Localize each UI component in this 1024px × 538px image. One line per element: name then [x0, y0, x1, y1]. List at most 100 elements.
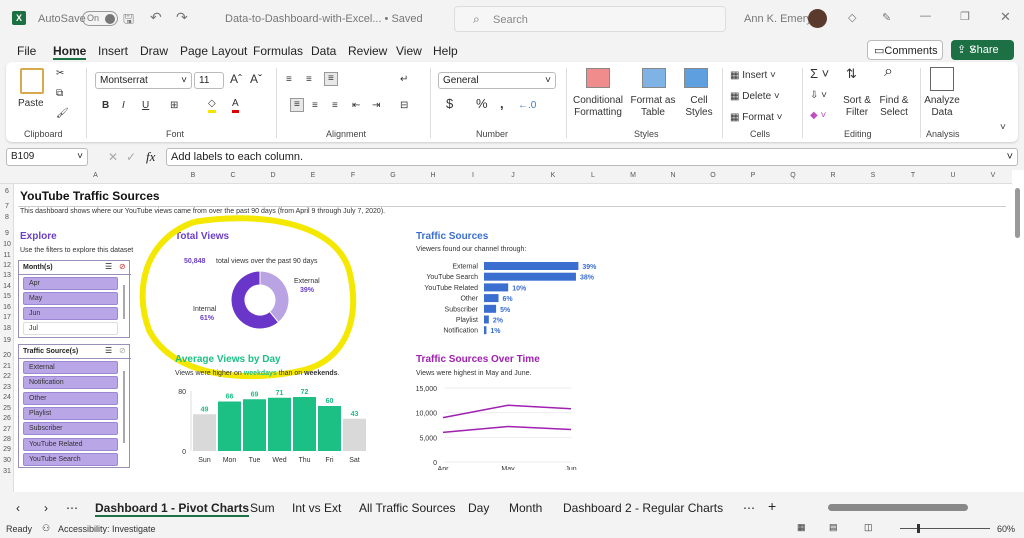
delete-cells-button[interactable]: ▦ Delete ˅	[730, 91, 780, 103]
clear-filter-icon[interactable]: ⊘	[119, 346, 126, 355]
menu-home[interactable]: Home	[53, 44, 87, 60]
row-header[interactable]: 25	[0, 405, 14, 412]
row-header[interactable]: 17	[0, 314, 14, 321]
menu-draw[interactable]: Draw	[140, 44, 168, 58]
enter-icon[interactable]: ✓	[126, 150, 136, 164]
row-header[interactable]: 12	[0, 262, 14, 269]
slicer-item[interactable]: Notification	[23, 376, 118, 390]
menu-formulas[interactable]: Formulas	[253, 44, 303, 58]
slicer-item-jul[interactable]: Jul	[23, 322, 118, 335]
slicer-scrollbar[interactable]	[123, 371, 125, 443]
column-header[interactable]: P	[733, 172, 773, 183]
more-sheets-icon[interactable]: ⋯	[66, 501, 78, 515]
document-title[interactable]: Data-to-Dashboard-with-Excel... • Saved	[225, 13, 423, 25]
column-header[interactable]: U	[933, 172, 973, 183]
font-name-select[interactable]: Montserrat ˅	[95, 72, 192, 89]
spreadsheet-grid[interactable]: ABCDEFGHIJKLMNOPQRSTUV 6 7 8 9 10 11 12 13 14 15 1…	[0, 170, 1024, 492]
copy-icon[interactable]: ⧉	[56, 88, 63, 100]
autosum-icon[interactable]: Σ ˅	[810, 67, 829, 80]
slicer-item[interactable]: External	[23, 361, 118, 374]
increase-font-icon[interactable]: Aˆ	[230, 73, 242, 85]
column-header[interactable]: A	[18, 172, 173, 183]
undo-icon[interactable]: ↶	[150, 9, 162, 26]
clear-filter-icon[interactable]: ⊘	[119, 262, 126, 271]
cancel-icon[interactable]: ✕	[108, 150, 118, 164]
menu-view[interactable]: View	[396, 44, 422, 58]
row-header[interactable]: 20	[0, 352, 14, 359]
tab-month[interactable]: Month	[509, 501, 542, 515]
increase-decimal-icon[interactable]: ←.0	[518, 100, 536, 112]
share-button[interactable]: ⇪ Share ˅	[951, 40, 1014, 60]
comments-button[interactable]: ▭ Comments	[867, 40, 943, 60]
row-header[interactable]: 21	[0, 363, 14, 370]
vertical-scrollbar[interactable]	[1012, 184, 1022, 484]
prev-sheet-icon[interactable]: ‹	[16, 501, 20, 515]
column-header[interactable]: S	[853, 172, 893, 183]
menu-help[interactable]: Help	[433, 44, 458, 58]
insert-cells-button[interactable]: ▦ Insert ˅	[730, 70, 776, 82]
tab-dashboard-1[interactable]: Dashboard 1 - Pivot Charts	[95, 501, 250, 517]
font-color-icon[interactable]: A	[232, 98, 239, 113]
format-as-table-button[interactable]: Format as Table	[628, 95, 678, 119]
row-header[interactable]: 23	[0, 384, 14, 391]
column-header[interactable]: H	[413, 172, 453, 183]
align-right-icon[interactable]: ≡	[332, 100, 338, 112]
page-layout-icon[interactable]: ▤	[829, 522, 838, 533]
tab-sum[interactable]: Sum	[250, 501, 275, 515]
column-header[interactable]: F	[333, 172, 373, 183]
row-header[interactable]: 19	[0, 337, 14, 344]
pen-icon[interactable]: ✎	[882, 11, 891, 24]
find-select-button[interactable]: Find & Select	[876, 95, 912, 119]
row-header[interactable]: 22	[0, 373, 14, 380]
column-header[interactable]: R	[813, 172, 853, 183]
row-header[interactable]: 8	[0, 214, 14, 221]
column-header[interactable]: K	[533, 172, 573, 183]
menu-file[interactable]: File	[17, 44, 36, 58]
slicer-item[interactable]: YouTube Related	[23, 437, 118, 451]
row-header[interactable]: 28	[0, 436, 14, 443]
increase-indent-icon[interactable]: ⇥	[372, 100, 380, 112]
name-box[interactable]: B109 ˅	[6, 148, 88, 166]
column-header[interactable]: V	[973, 172, 1013, 183]
slicer-item[interactable]: YouTube Search	[23, 452, 118, 466]
column-header[interactable]: M	[613, 172, 653, 183]
column-header[interactable]: Q	[773, 172, 813, 183]
align-center-icon[interactable]: ≡	[312, 100, 318, 112]
function-icon[interactable]: fx	[146, 149, 155, 165]
column-header[interactable]: B	[173, 172, 213, 183]
column-header[interactable]: O	[693, 172, 733, 183]
row-header[interactable]: 7	[0, 203, 14, 210]
row-header[interactable]: 10	[0, 241, 14, 248]
borders-icon[interactable]: ⊞	[170, 100, 178, 112]
column-header[interactable]: D	[253, 172, 293, 183]
comma-icon[interactable]: ,	[500, 97, 504, 110]
save-icon[interactable]: 🖫	[123, 10, 134, 32]
align-top-icon[interactable]: ≡	[286, 74, 292, 86]
number-format-select[interactable]: General ˅	[438, 72, 556, 89]
multi-select-icon[interactable]: ☰	[105, 262, 112, 271]
diamond-icon[interactable]: ◇	[848, 11, 856, 24]
slicer-item-jun[interactable]: Jun	[23, 307, 118, 320]
sort-filter-icon[interactable]: ⇅	[846, 67, 857, 80]
slicer-item[interactable]: Subscriber	[23, 422, 118, 436]
collapse-ribbon-icon[interactable]: ˅	[1000, 122, 1006, 134]
conditional-formatting-button[interactable]: Conditional Formatting	[566, 95, 630, 119]
slicer-item[interactable]: Other	[23, 391, 118, 405]
more-tabs-icon[interactable]: ⋯	[743, 501, 755, 515]
format-table-icon[interactable]	[642, 68, 666, 88]
align-middle-icon[interactable]: ≡	[306, 74, 312, 86]
row-header[interactable]: 18	[0, 325, 14, 332]
page-break-icon[interactable]: ◫	[864, 522, 873, 533]
column-header[interactable]: I	[453, 172, 493, 183]
analyze-data-icon[interactable]	[930, 67, 954, 91]
row-header[interactable]: 14	[0, 283, 14, 290]
search-box[interactable]: ⌕ Search	[454, 6, 726, 32]
close-icon[interactable]: ✕	[1000, 9, 1011, 25]
decrease-font-icon[interactable]: Aˇ	[250, 73, 262, 85]
font-size-select[interactable]: 11	[194, 72, 224, 89]
column-header[interactable]: T	[893, 172, 933, 183]
add-sheet-button[interactable]: +	[768, 498, 776, 514]
menu-page-layout[interactable]: Page Layout	[180, 44, 247, 58]
menu-insert[interactable]: Insert	[98, 44, 128, 58]
slicer-item[interactable]: Playlist	[23, 406, 118, 420]
